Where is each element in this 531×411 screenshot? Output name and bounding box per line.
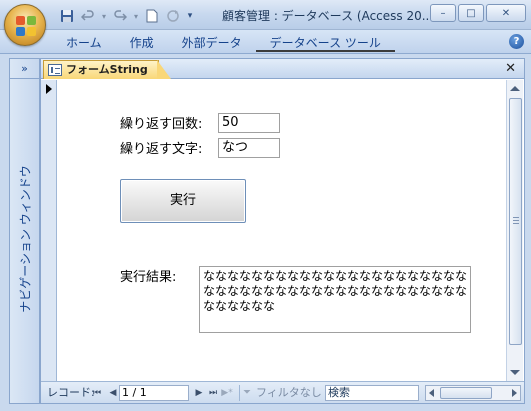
funnel-icon: ⏷ bbox=[243, 387, 251, 398]
record-selector[interactable] bbox=[41, 80, 57, 381]
horizontal-scrollbar[interactable] bbox=[425, 385, 521, 401]
form-icon bbox=[48, 64, 62, 76]
nav-pane-label[interactable]: ナビゲーション ウィンドウ bbox=[17, 165, 34, 313]
new-record-icon[interactable]: ▶* bbox=[221, 387, 233, 399]
new-document-icon[interactable] bbox=[143, 8, 161, 24]
customize-toolbar-icon[interactable]: ▾ bbox=[185, 8, 195, 24]
repeat-count-label: 繰り返す回数: bbox=[120, 117, 203, 132]
quick-access-toolbar: ▾ ▾ ▾ bbox=[58, 7, 195, 25]
save-icon[interactable] bbox=[58, 8, 76, 24]
office-button[interactable] bbox=[4, 4, 46, 46]
ribbon-tabs: ホーム 作成 外部データ データベース ツール bbox=[52, 34, 395, 52]
scroll-up-icon[interactable] bbox=[510, 86, 520, 91]
maximize-button[interactable]: □ bbox=[458, 4, 484, 22]
scroll-left-icon[interactable] bbox=[429, 389, 434, 397]
run-button[interactable]: 実行 bbox=[120, 179, 246, 223]
window-controls: – □ ✕ bbox=[430, 4, 526, 22]
title-bar: ▾ ▾ ▾ 顧客管理 : データベース (Access 20... – □ ✕ bbox=[0, 0, 531, 46]
filter-label: フィルタなし bbox=[256, 386, 322, 399]
tab-form-string[interactable]: フォームString bbox=[43, 60, 159, 79]
chevron-down-icon[interactable]: ▾ bbox=[100, 8, 108, 24]
nav-pane-toggle-button[interactable]: » bbox=[10, 59, 39, 79]
window-title: 顧客管理 : データベース (Access 20... bbox=[222, 9, 434, 23]
close-document-icon[interactable]: ✕ bbox=[505, 61, 516, 76]
repeat-text-input[interactable]: なつ bbox=[218, 138, 280, 158]
form-body: 繰り返す回数: 50 繰り返す文字: なつ 実行 実行結果: ななななななななな… bbox=[58, 80, 506, 381]
redo-icon[interactable] bbox=[111, 8, 129, 24]
minimize-button[interactable]: – bbox=[430, 4, 456, 22]
document-tab-bar: フォームString ✕ bbox=[41, 59, 524, 79]
document-window: フォームString ✕ 繰り返す回数: 50 繰り返す文字: なつ 実行 実行… bbox=[40, 58, 525, 404]
chevron-down-icon[interactable]: ▾ bbox=[132, 8, 140, 24]
ribbon: ホーム 作成 外部データ データベース ツール ? bbox=[0, 30, 531, 54]
undo-icon[interactable] bbox=[79, 8, 97, 24]
previous-record-icon[interactable]: ◀ bbox=[107, 387, 119, 399]
tab-home[interactable]: ホーム bbox=[52, 34, 116, 52]
current-record-icon bbox=[46, 84, 52, 94]
tab-database-tools[interactable]: データベース ツール bbox=[255, 34, 395, 52]
record-label: レコード: bbox=[47, 386, 95, 399]
tab-edge bbox=[157, 60, 171, 79]
first-record-icon[interactable]: ⏮ bbox=[91, 387, 103, 399]
tab-create[interactable]: 作成 bbox=[116, 34, 168, 52]
tab-external-data[interactable]: 外部データ bbox=[168, 34, 256, 52]
scroll-right-icon[interactable] bbox=[512, 389, 517, 397]
repeat-text-label: 繰り返す文字: bbox=[120, 142, 203, 157]
office-logo-icon bbox=[16, 16, 36, 36]
help-icon[interactable]: ? bbox=[509, 34, 524, 49]
vertical-scrollbar[interactable] bbox=[506, 80, 523, 381]
grip-icon bbox=[513, 217, 519, 224]
repeat-count-input[interactable]: 50 bbox=[218, 113, 280, 133]
refresh-icon[interactable] bbox=[164, 8, 182, 24]
record-position-input[interactable]: 1 / 1 bbox=[119, 385, 189, 401]
scroll-thumb[interactable] bbox=[509, 98, 522, 345]
horizontal-scroll-thumb[interactable] bbox=[440, 387, 492, 399]
result-label: 実行結果: bbox=[120, 270, 177, 285]
last-record-icon[interactable]: ⏭ bbox=[207, 387, 219, 399]
record-navigation-bar: レコード: ⏮ ◀ 1 / 1 ▶ ⏭ ▶* ⏷ フィルタなし 検索 bbox=[41, 381, 524, 403]
document-tab-label: フォームString bbox=[66, 63, 148, 76]
result-textbox[interactable]: なななななななななななななななななななななななななななななななななななななななな… bbox=[199, 266, 471, 333]
navigation-pane: » ナビゲーション ウィンドウ bbox=[9, 58, 40, 404]
next-record-icon[interactable]: ▶ bbox=[193, 387, 205, 399]
filter-status[interactable]: ⏷ フィルタなし bbox=[239, 385, 322, 401]
scroll-down-icon[interactable] bbox=[510, 370, 520, 375]
close-button[interactable]: ✕ bbox=[486, 4, 526, 22]
search-input[interactable]: 検索 bbox=[325, 385, 419, 401]
